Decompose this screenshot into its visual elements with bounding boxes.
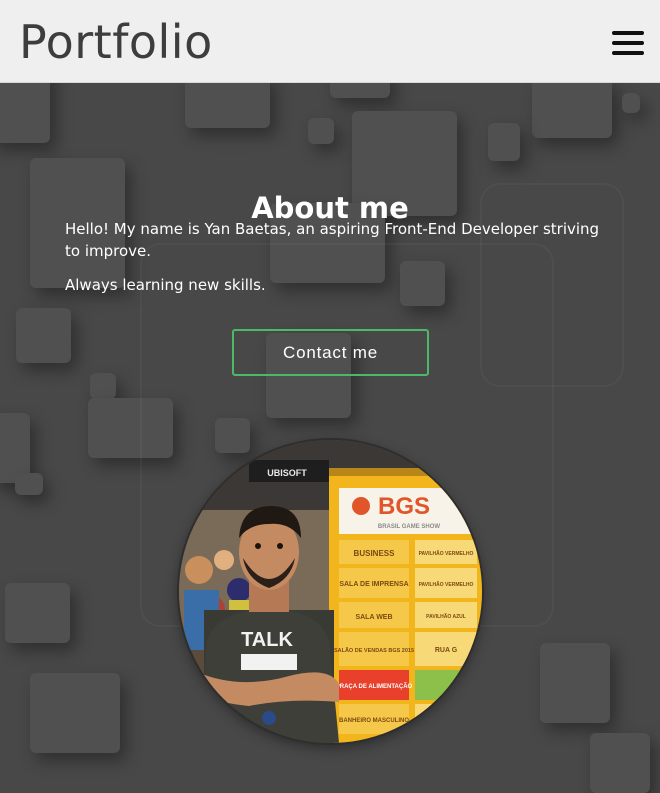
- svg-text:PAVILHÃO VERMELHO: PAVILHÃO VERMELHO: [419, 550, 474, 557]
- page: Portfolio About me Hello! My name is Yan…: [0, 0, 660, 793]
- svg-text:PAVILHÃO VERMELHO: PAVILHÃO VERMELHO: [419, 581, 474, 588]
- svg-text:SALA WEB: SALA WEB: [355, 614, 392, 621]
- shirt-text: TALK: [241, 629, 293, 651]
- about-intro-text: Hello! My name is Yan Baetas, an aspirin…: [65, 220, 600, 260]
- top-banner-text: UBISOFT: [267, 468, 307, 478]
- contact-button[interactable]: Contact me: [232, 329, 429, 376]
- profile-photo: UBISOFT BGS BRASIL GAME SHOW BUSINESS SA…: [179, 440, 482, 743]
- svg-text:PAVILHÃO AZUL: PAVILHÃO AZUL: [426, 613, 466, 620]
- svg-text:SALÃO DE VENDAS BGS 2015: SALÃO DE VENDAS BGS 2015: [334, 647, 414, 654]
- menu-bar: [612, 41, 644, 45]
- hamburger-menu-icon[interactable]: [612, 30, 644, 58]
- svg-text:BANHEIRO MASCULINO: BANHEIRO MASCULINO: [339, 718, 409, 724]
- sign-subtitle-text: BRASIL GAME SHOW: [378, 524, 441, 530]
- svg-text:SALA DE IMPRENSA: SALA DE IMPRENSA: [339, 581, 408, 588]
- brand-title[interactable]: Portfolio: [19, 14, 213, 70]
- menu-bar: [612, 31, 644, 35]
- menu-bar: [612, 51, 644, 55]
- about-section: About me Hello! My name is Yan Baetas, a…: [0, 83, 660, 793]
- about-skills-text: Always learning new skills.: [65, 276, 266, 294]
- svg-text:PRAÇA DE ALIMENTAÇÃO: PRAÇA DE ALIMENTAÇÃO: [336, 683, 413, 690]
- sign-rows: BUSINESS SALA DE IMPRENSA SALA WEB SALÃO…: [334, 540, 477, 734]
- sign-brand-text: BGS: [378, 493, 430, 520]
- svg-text:BUSINESS: BUSINESS: [354, 549, 396, 558]
- navbar: Portfolio: [0, 0, 660, 83]
- svg-text:RUA G: RUA G: [435, 647, 458, 654]
